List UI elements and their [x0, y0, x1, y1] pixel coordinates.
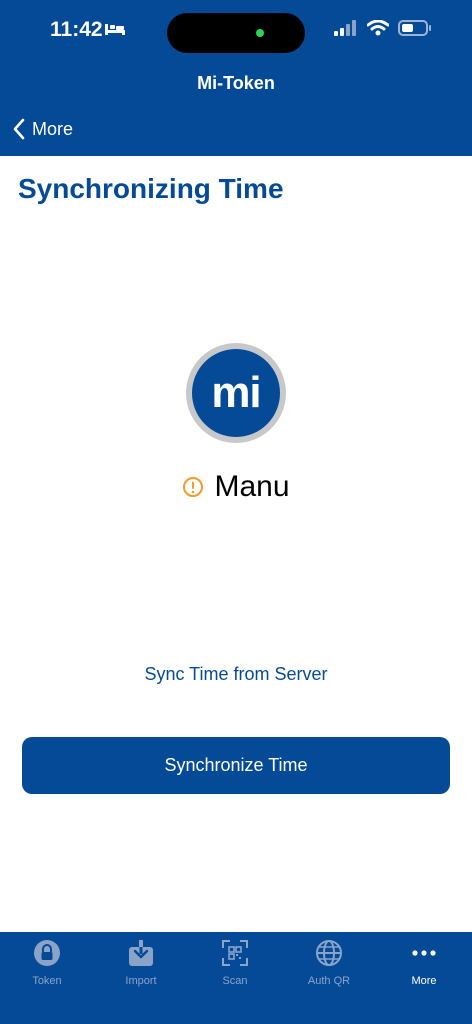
synchronize-time-button[interactable]: Synchronize Time [22, 737, 450, 794]
more-icon [412, 950, 436, 956]
mi-token-logo: mi [186, 343, 286, 443]
sleep-mode-icon [105, 24, 125, 35]
tab-label: Auth QR [307, 975, 351, 987]
tab-import[interactable]: Import [94, 938, 188, 987]
status-icons [334, 20, 432, 36]
tab-more[interactable]: More [377, 938, 471, 987]
qr-scan-icon [222, 940, 248, 966]
tab-label: More [411, 975, 437, 987]
tab-label: Import [125, 975, 157, 987]
signal-icon [334, 20, 356, 36]
logo-text: mi [192, 349, 280, 437]
back-label: More [32, 118, 74, 139]
globe-icon [316, 940, 342, 966]
app-header: 11:42 Mi-Token More [0, 0, 472, 156]
nav-title: Mi-Token [197, 73, 275, 93]
warning-icon [183, 477, 204, 497]
user-row: Manu [0, 470, 472, 504]
tab-label: Token [32, 975, 62, 987]
dynamic-island [167, 13, 305, 53]
tab-label: Scan [222, 975, 248, 987]
tab-scan[interactable]: Scan [188, 938, 282, 987]
import-icon [129, 940, 153, 966]
sync-caption: Sync Time from Server [144, 664, 328, 684]
wifi-icon [367, 20, 389, 36]
tab-token[interactable]: Token [0, 938, 94, 987]
user-name: Manu [214, 470, 290, 503]
chevron-left-icon [13, 118, 25, 140]
tab-bar: Token Import Scan Auth QR More [0, 932, 472, 1024]
status-time: 11:42 [50, 18, 103, 41]
page-title: Synchronizing Time [18, 173, 284, 204]
back-button[interactable]: More [12, 118, 73, 140]
tab-auth-qr[interactable]: Auth QR [282, 938, 376, 987]
camera-indicator [256, 29, 264, 37]
battery-icon [398, 20, 431, 36]
lock-icon [34, 940, 60, 966]
